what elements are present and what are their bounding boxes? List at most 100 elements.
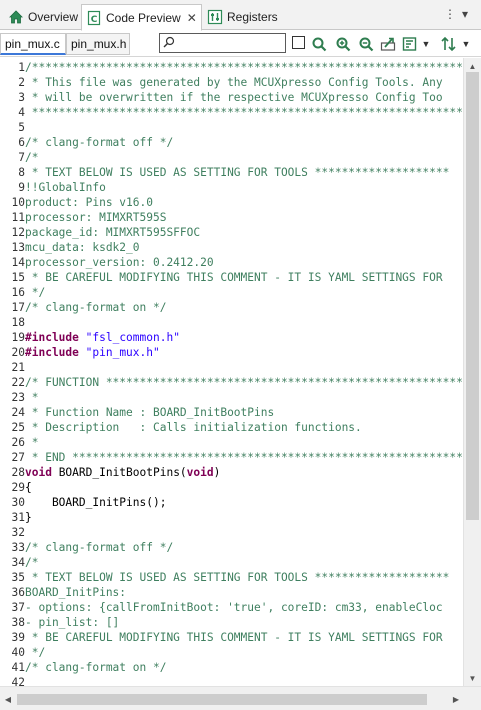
line-number: 6 — [18, 136, 25, 149]
view-tab-bar: Overview C Code Preview ✕ Registers ⋮ ▾ — [0, 0, 481, 31]
code-token: void — [186, 466, 214, 479]
code-text: - pin_list: [] — [25, 616, 119, 629]
view-menu-icon[interactable]: ▾ — [462, 7, 468, 21]
tab-overview[interactable]: Overview — [4, 4, 82, 30]
home-icon — [8, 9, 24, 25]
code-line: 11processor: MIMXRT595S — [0, 210, 167, 225]
tab-code-preview-label: Code Preview — [106, 10, 181, 25]
code-token: /***************************************… — [25, 61, 463, 74]
line-number: 24 — [11, 406, 25, 419]
code-text: * will be overwritten if the respective … — [25, 91, 443, 104]
line-number: 39 — [11, 631, 25, 644]
tab-registers-label: Registers — [227, 10, 278, 24]
line-number: 8 — [18, 166, 25, 179]
code-text: /* — [25, 556, 38, 569]
code-line: 29{ — [0, 480, 32, 495]
filter-icon[interactable] — [402, 35, 420, 53]
code-line: 9!!GlobalInfo — [0, 180, 106, 195]
code-text: * Description : Calls initialization fun… — [25, 421, 362, 434]
file-tab-label: pin_mux.c — [5, 36, 60, 51]
search-box[interactable] — [159, 33, 286, 53]
code-line: 21 — [0, 360, 25, 375]
code-line: 3 * will be overwritten if the respectiv… — [0, 90, 443, 105]
code-line: 5 — [0, 120, 25, 135]
line-number: 26 — [11, 436, 25, 449]
line-number: 14 — [11, 256, 25, 269]
zoom-out-icon[interactable] — [357, 35, 375, 53]
code-token: BOARD_InitPins(); — [25, 496, 167, 509]
line-number: 20 — [11, 346, 25, 359]
line-number: 31 — [11, 511, 25, 524]
file-tab-pin-mux-c[interactable]: pin_mux.c — [0, 33, 66, 55]
code-line: 25 * Description : Calls initialization … — [0, 420, 362, 435]
code-line: 26 * — [0, 435, 39, 450]
code-token: ****************************************… — [25, 106, 463, 119]
code-editor[interactable]: 1/**************************************… — [0, 58, 463, 686]
line-number: 10 — [11, 196, 25, 209]
editor-toolbar: pin_mux.c pin_mux.h ▼ ▼ — [0, 31, 481, 57]
code-token: * — [25, 436, 39, 449]
line-number: 40 — [11, 646, 25, 659]
code-line: 30 BOARD_InitPins(); — [0, 495, 167, 510]
code-text: /***************************************… — [25, 61, 463, 74]
code-line: 37- options: {callFromInitBoot: 'true', … — [0, 600, 443, 615]
find-icon[interactable] — [310, 35, 328, 53]
line-number: 5 — [18, 121, 25, 134]
code-line: 42 — [0, 675, 25, 686]
search-input[interactable] — [179, 36, 279, 50]
code-line: 17/* clang-format on */ — [0, 300, 167, 315]
code-text: * This file was generated by the MCUXpre… — [25, 76, 443, 89]
line-number: 16 — [11, 286, 25, 299]
filter-dropdown-icon[interactable]: ▼ — [420, 35, 432, 53]
code-token: /* FUNCTION ****************************… — [25, 376, 463, 389]
code-text: !!GlobalInfo — [25, 181, 106, 194]
line-number: 15 — [11, 271, 25, 284]
code-text: void BOARD_InitBootPins(void) — [25, 466, 220, 479]
code-text: * TEXT BELOW IS USED AS SETTING FOR TOOL… — [25, 571, 450, 584]
export-icon[interactable] — [380, 35, 398, 53]
regex-checkbox[interactable] — [292, 36, 305, 49]
scroll-left-icon[interactable]: ◀ — [0, 691, 16, 707]
code-text: * — [25, 436, 39, 449]
code-token: * END **********************************… — [25, 451, 463, 464]
view-more-icon[interactable]: ⋮ — [444, 7, 456, 21]
code-token: } — [25, 511, 32, 524]
scroll-down-icon[interactable]: ▼ — [464, 670, 481, 686]
code-line: 13mcu_data: ksdk2_0 — [0, 240, 140, 255]
code-text: BOARD_InitPins: — [25, 586, 126, 599]
code-text: package_id: MIMXRT595SFFOC — [25, 226, 200, 239]
horizontal-scrollbar[interactable]: ◀ ▶ — [0, 686, 481, 710]
line-number: 17 — [11, 301, 25, 314]
code-line: 22/* FUNCTION **************************… — [0, 375, 463, 390]
sort-icon[interactable] — [440, 35, 458, 53]
code-line: 19#include "fsl_common.h" — [0, 330, 180, 345]
vertical-scrollbar[interactable]: ▲ ▼ — [463, 58, 481, 686]
tab-code-preview[interactable]: C Code Preview ✕ — [81, 4, 202, 31]
code-line: 24 * Function Name : BOARD_InitBootPins — [0, 405, 275, 420]
line-number: 36 — [11, 586, 25, 599]
code-text: ****************************************… — [25, 106, 463, 119]
code-line: 23 * — [0, 390, 39, 405]
code-token: /* — [25, 556, 39, 569]
line-number: 23 — [11, 391, 25, 404]
code-token: void — [25, 466, 52, 479]
code-text: * BE CAREFUL MODIFYING THIS COMMENT - IT… — [25, 271, 443, 284]
line-number: 32 — [11, 526, 25, 539]
code-token: /* — [25, 151, 39, 164]
vertical-scroll-thumb[interactable] — [466, 72, 479, 520]
sort-dropdown-icon[interactable]: ▼ — [460, 35, 472, 53]
code-token: * TEXT BELOW IS USED AS SETTING FOR TOOL… — [25, 166, 450, 179]
code-text: /* clang-format off */ — [25, 541, 173, 554]
scroll-right-icon[interactable]: ▶ — [448, 691, 464, 707]
close-icon[interactable]: ✕ — [187, 11, 197, 25]
code-text: /* — [25, 151, 38, 164]
horizontal-scroll-thumb[interactable] — [17, 694, 427, 705]
tab-registers[interactable]: Registers — [203, 4, 282, 30]
code-token: mcu_data: ksdk2_0 — [25, 241, 140, 254]
line-number: 21 — [11, 361, 25, 374]
zoom-in-icon[interactable] — [334, 35, 352, 53]
line-number: 25 — [11, 421, 25, 434]
file-tab-pin-mux-h[interactable]: pin_mux.h — [66, 33, 130, 55]
line-number: 2 — [18, 76, 25, 89]
